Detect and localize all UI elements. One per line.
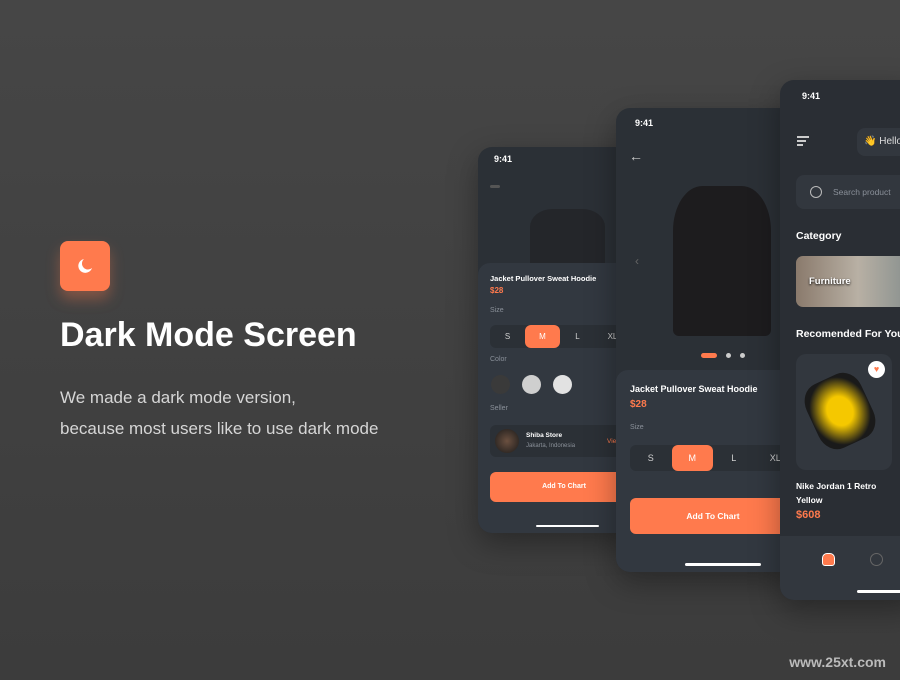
size-l[interactable]: L [560, 325, 595, 348]
subtitle-line: because most users like to use dark mode [60, 419, 379, 438]
product-name-line: Nike Jordan 1 Retro [796, 481, 877, 491]
back-arrow-icon[interactable] [490, 185, 500, 188]
color-swatch-dark[interactable] [491, 375, 510, 394]
product-image [530, 209, 605, 269]
watermark: www.25xt.com [789, 654, 886, 670]
search-bar[interactable]: Search product [796, 175, 900, 209]
carousel-dot[interactable] [726, 353, 731, 358]
phone-home: 9:41 👋 Hello Search product Category Fur… [780, 80, 900, 600]
moon-icon [78, 259, 92, 273]
product-name: Jacket Pullover Sweat Hoodie [490, 274, 597, 283]
seller-name: Shiba Store [526, 432, 563, 439]
carousel-dot-active[interactable] [701, 353, 717, 358]
phone-detail: 9:41 ← ‹ Jacket Pullover Sweat Hoodie $2… [616, 108, 796, 572]
size-s[interactable]: S [490, 325, 525, 348]
product-sheet: Jacket Pullover Sweat Hoodie $28 Size S … [478, 263, 638, 533]
product-price: $28 [490, 286, 504, 295]
color-swatch-gray[interactable] [522, 375, 541, 394]
menu-icon[interactable] [797, 136, 809, 146]
product-sheet: Jacket Pullover Sweat Hoodie $28 Size S … [616, 370, 796, 572]
add-to-cart-button[interactable]: Add To Chart [630, 498, 796, 534]
size-label: Size [490, 307, 504, 314]
seller-location: Jakarta, Indonesia [526, 443, 576, 449]
size-s[interactable]: S [630, 445, 672, 471]
back-arrow-icon[interactable]: ← [629, 148, 643, 164]
product-name-line: Yellow [796, 495, 823, 505]
product-image [673, 186, 771, 336]
home-indicator [685, 563, 761, 566]
seller-label: Seller [490, 405, 508, 412]
color-label: Color [490, 356, 507, 363]
status-time: 9:41 [802, 91, 821, 101]
size-m[interactable]: M [671, 445, 713, 471]
product-price: $608 [796, 509, 821, 521]
seller-avatar [495, 429, 519, 453]
product-name: Jacket Pullover Sweat Hoodie [630, 384, 758, 394]
subtitle-line: We made a dark mode version, [60, 388, 296, 407]
search-nav-icon[interactable] [870, 553, 883, 566]
home-indicator [536, 525, 599, 527]
search-icon [810, 186, 822, 198]
size-selector: S M L XL [630, 445, 796, 471]
search-input[interactable]: Search product [833, 187, 891, 197]
status-time: 9:41 [635, 118, 654, 128]
home-icon[interactable] [822, 553, 835, 566]
product-card[interactable]: ♥ [796, 354, 892, 470]
size-m[interactable]: M [525, 325, 560, 348]
category-label: Furniture [809, 276, 851, 287]
product-name: Nike Jordan 1 Retro Yellow [796, 479, 876, 507]
hero-title: Dark Mode Screen [60, 316, 357, 354]
color-swatch-light[interactable] [553, 375, 572, 394]
status-time: 9:41 [494, 154, 513, 164]
carousel-dot[interactable] [740, 353, 745, 358]
prev-image-icon[interactable]: ‹ [635, 254, 639, 268]
size-l[interactable]: L [713, 445, 755, 471]
size-label: Size [630, 424, 644, 431]
category-title: Category [796, 230, 842, 242]
home-indicator [857, 590, 900, 593]
greeting-chip: 👋 Hello [857, 128, 900, 156]
product-image-sneaker [798, 366, 882, 456]
category-card-furniture[interactable]: Furniture [796, 256, 900, 307]
product-price: $28 [630, 399, 647, 410]
recommended-title: Recomended For You [796, 328, 900, 340]
phone-detail-seller: 9:41 Jacket Pullover Sweat Hoodie $28 Si… [478, 147, 638, 533]
bottom-nav [780, 536, 900, 600]
hero-subtitle: We made a dark mode version, because mos… [60, 382, 378, 444]
dark-mode-logo [60, 241, 110, 291]
size-selector: S M L XL [490, 325, 630, 348]
heart-icon[interactable]: ♥ [868, 361, 885, 378]
